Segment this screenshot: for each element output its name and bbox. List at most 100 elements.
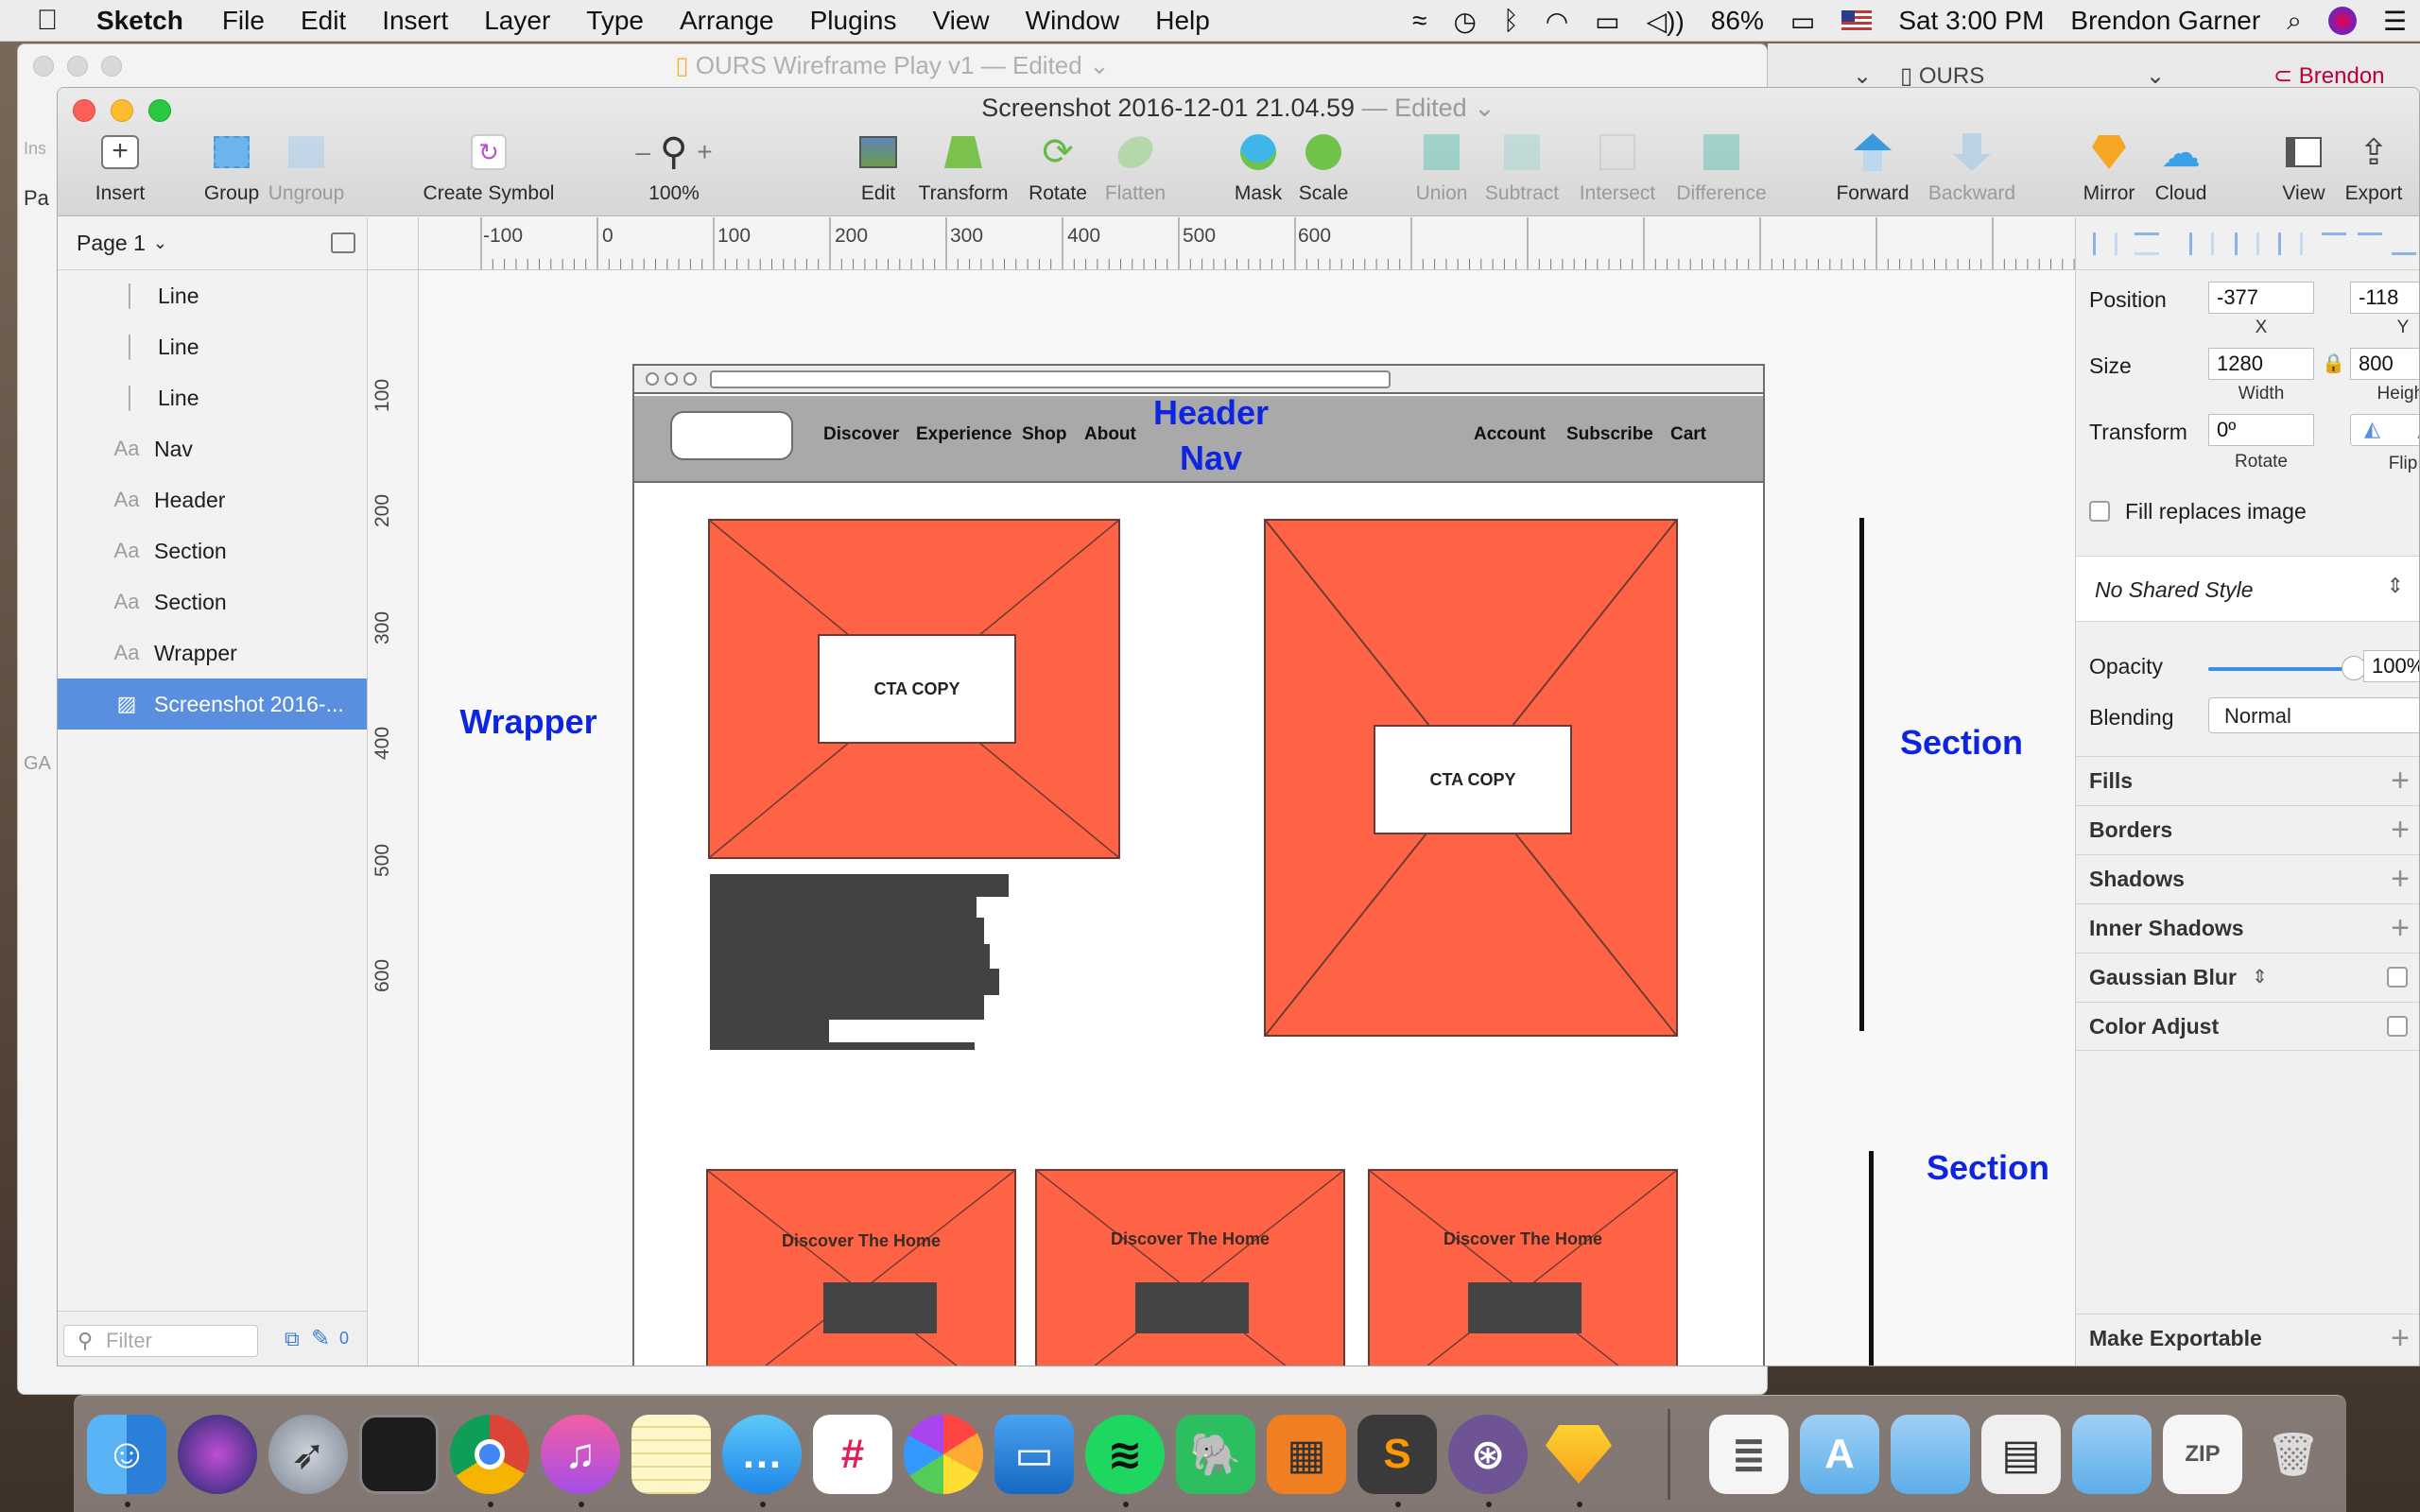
zoom-in-icon[interactable]: + bbox=[697, 137, 712, 167]
fills-section[interactable]: Fills + bbox=[2076, 756, 2419, 805]
collapse-pages-icon[interactable] bbox=[331, 232, 355, 253]
horizontal-ruler[interactable]: -100 0 100 200 300 400 500 600 bbox=[419, 217, 2075, 270]
document-icon[interactable]: ≣ bbox=[1709, 1415, 1789, 1494]
edited-filter-icon[interactable]: ✎ bbox=[311, 1325, 330, 1352]
distribute-horizontal-icon[interactable] bbox=[2093, 232, 2118, 255]
photo-booth-icon[interactable] bbox=[359, 1415, 439, 1494]
slack-icon[interactable]: # bbox=[813, 1415, 892, 1494]
shared-style-select[interactable]: No Shared Style ⇕ bbox=[2076, 556, 2419, 622]
page-selector[interactable]: Page 1 ⌄ bbox=[58, 217, 367, 270]
y-field[interactable]: -118 bbox=[2350, 282, 2419, 314]
layer-row[interactable]: Aa Header bbox=[58, 474, 367, 525]
gaussian-blur-section[interactable]: Gaussian Blur ⇕ bbox=[2076, 953, 2419, 1002]
distribute-vertical-icon[interactable] bbox=[2135, 232, 2159, 255]
wifi-icon[interactable]: ◠ bbox=[1546, 6, 1568, 37]
notification-center-icon[interactable]: ☰ bbox=[2383, 6, 2407, 37]
menu-layer[interactable]: Layer bbox=[484, 6, 550, 36]
applications-folder-icon[interactable]: A bbox=[1800, 1415, 1879, 1494]
cloud-button[interactable]: ☁ Cloud bbox=[2124, 130, 2238, 205]
zip-icon[interactable]: ZIP bbox=[2163, 1415, 2242, 1494]
sketch-icon[interactable] bbox=[1539, 1415, 1618, 1494]
flip-buttons[interactable]: ◭ ◮ bbox=[2350, 414, 2419, 446]
intersect-button[interactable]: Intersect bbox=[1561, 131, 1674, 205]
sublime-text-icon[interactable]: S bbox=[1357, 1415, 1437, 1494]
layer-row[interactable]: Aa Nav bbox=[58, 423, 367, 474]
menu-insert[interactable]: Insert bbox=[382, 6, 448, 36]
vertical-ruler[interactable]: 100 200 300 400 500 600 bbox=[368, 270, 419, 1366]
github-icon[interactable]: ⊛ bbox=[1448, 1415, 1528, 1494]
screenshots-icon[interactable]: ▤ bbox=[1981, 1415, 2061, 1494]
layer-row[interactable]: │ Line bbox=[58, 270, 367, 321]
trash-icon[interactable]: 🗑 bbox=[2254, 1415, 2333, 1494]
zoom-out-icon[interactable]: – bbox=[635, 137, 650, 167]
zigzag-menubar-icon[interactable]: ≈ bbox=[1412, 6, 1426, 36]
blur-type-icon[interactable]: ⇕ bbox=[2252, 965, 2268, 988]
menu-arrange[interactable]: Arrange bbox=[680, 6, 774, 36]
layer-row[interactable]: │ Line bbox=[58, 372, 367, 423]
notes-icon[interactable] bbox=[631, 1415, 711, 1494]
airplay-icon[interactable]: ▭ bbox=[1595, 6, 1619, 37]
filter-input[interactable]: ⚲ Filter bbox=[63, 1325, 258, 1357]
color-adjust-checkbox[interactable] bbox=[2387, 1016, 2408, 1037]
menu-edit[interactable]: Edit bbox=[301, 6, 346, 36]
add-shadow-icon[interactable]: + bbox=[2391, 861, 2410, 898]
align-bottom-icon[interactable] bbox=[2392, 232, 2416, 255]
width-field[interactable]: 1280 bbox=[2208, 348, 2314, 380]
menubar-clock[interactable]: Sat 3:00 PM bbox=[1898, 6, 2044, 36]
folder-icon[interactable] bbox=[1891, 1415, 1970, 1494]
spotify-icon[interactable]: ≋ bbox=[1085, 1415, 1165, 1494]
menu-plugins[interactable]: Plugins bbox=[810, 6, 897, 36]
evernote-icon[interactable]: 🐘 bbox=[1176, 1415, 1255, 1494]
messages-icon[interactable]: … bbox=[722, 1415, 802, 1494]
menu-view[interactable]: View bbox=[932, 6, 989, 36]
opacity-field[interactable]: 100% bbox=[2363, 650, 2419, 682]
chrome-icon[interactable] bbox=[450, 1415, 529, 1494]
menu-type[interactable]: Type bbox=[586, 6, 644, 36]
menubar-user[interactable]: Brendon Garner bbox=[2070, 6, 2260, 36]
folder-icon-2[interactable] bbox=[2072, 1415, 2152, 1494]
time-machine-icon[interactable]: ◷ bbox=[1453, 6, 1476, 37]
color-adjust-section[interactable]: Color Adjust bbox=[2076, 1002, 2419, 1051]
height-field[interactable]: 800 bbox=[2350, 348, 2419, 380]
align-middle-icon[interactable] bbox=[2358, 232, 2382, 255]
flip-horizontal-icon[interactable]: ◭ bbox=[2364, 417, 2380, 441]
make-exportable-section[interactable]: Make Exportable + bbox=[2076, 1314, 2419, 1363]
bluetooth-icon[interactable]: ᛒ bbox=[1503, 6, 1519, 36]
canvas[interactable]: -100 0 100 200 300 400 500 600 100 200 3… bbox=[368, 217, 2075, 1366]
insert-button[interactable]: + Insert bbox=[63, 131, 177, 205]
menu-help[interactable]: Help bbox=[1155, 6, 1210, 36]
layer-row[interactable]: ▨ Screenshot 2016-... bbox=[58, 679, 367, 730]
wireframe-artboard[interactable]: Discover Experience Shop About Account S… bbox=[632, 364, 1765, 1366]
create-symbol-button[interactable]: ↻ Create Symbol bbox=[423, 131, 555, 205]
layer-row[interactable]: Aa Wrapper bbox=[58, 627, 367, 679]
fill-replaces-checkbox[interactable] bbox=[2089, 501, 2110, 522]
difference-button[interactable]: Difference bbox=[1665, 131, 1778, 205]
siri-icon[interactable] bbox=[178, 1415, 257, 1494]
siri-menubar-icon[interactable] bbox=[2327, 7, 2357, 35]
forward-button[interactable]: Forward bbox=[1816, 131, 1929, 205]
lock-ratio-icon[interactable]: 🔒 bbox=[2322, 352, 2345, 375]
layer-row[interactable]: │ Line bbox=[58, 321, 367, 372]
launchpad-icon[interactable]: ➶ bbox=[268, 1415, 348, 1494]
add-border-icon[interactable]: + bbox=[2391, 812, 2410, 849]
menu-window[interactable]: Window bbox=[1026, 6, 1120, 36]
flag-icon[interactable] bbox=[1841, 10, 1873, 31]
volume-icon[interactable]: ◁)) bbox=[1647, 6, 1685, 37]
battery-icon[interactable]: ▭ bbox=[1790, 6, 1815, 37]
scale-button[interactable]: Scale bbox=[1267, 131, 1380, 205]
align-top-icon[interactable] bbox=[2322, 232, 2346, 255]
flatten-button[interactable]: Flatten bbox=[1079, 129, 1192, 205]
app-menu[interactable]: Sketch bbox=[96, 6, 183, 36]
finder-icon[interactable]: ☺ bbox=[87, 1415, 166, 1494]
keynote-icon[interactable]: ▭ bbox=[994, 1415, 1074, 1494]
menu-file[interactable]: File bbox=[222, 6, 265, 36]
battery-percent[interactable]: 86% bbox=[1711, 6, 1764, 36]
add-export-icon[interactable]: + bbox=[2391, 1320, 2410, 1357]
rotate-field[interactable]: 0º bbox=[2208, 414, 2314, 446]
borders-section[interactable]: Borders + bbox=[2076, 805, 2419, 854]
add-inner-shadow-icon[interactable]: + bbox=[2391, 910, 2410, 947]
symbols-filter-icon[interactable]: ⧉ bbox=[285, 1327, 300, 1351]
calculator-icon[interactable]: ▦ bbox=[1267, 1415, 1346, 1494]
align-center-icon[interactable] bbox=[2235, 232, 2259, 255]
inner-shadows-section[interactable]: Inner Shadows + bbox=[2076, 903, 2419, 953]
